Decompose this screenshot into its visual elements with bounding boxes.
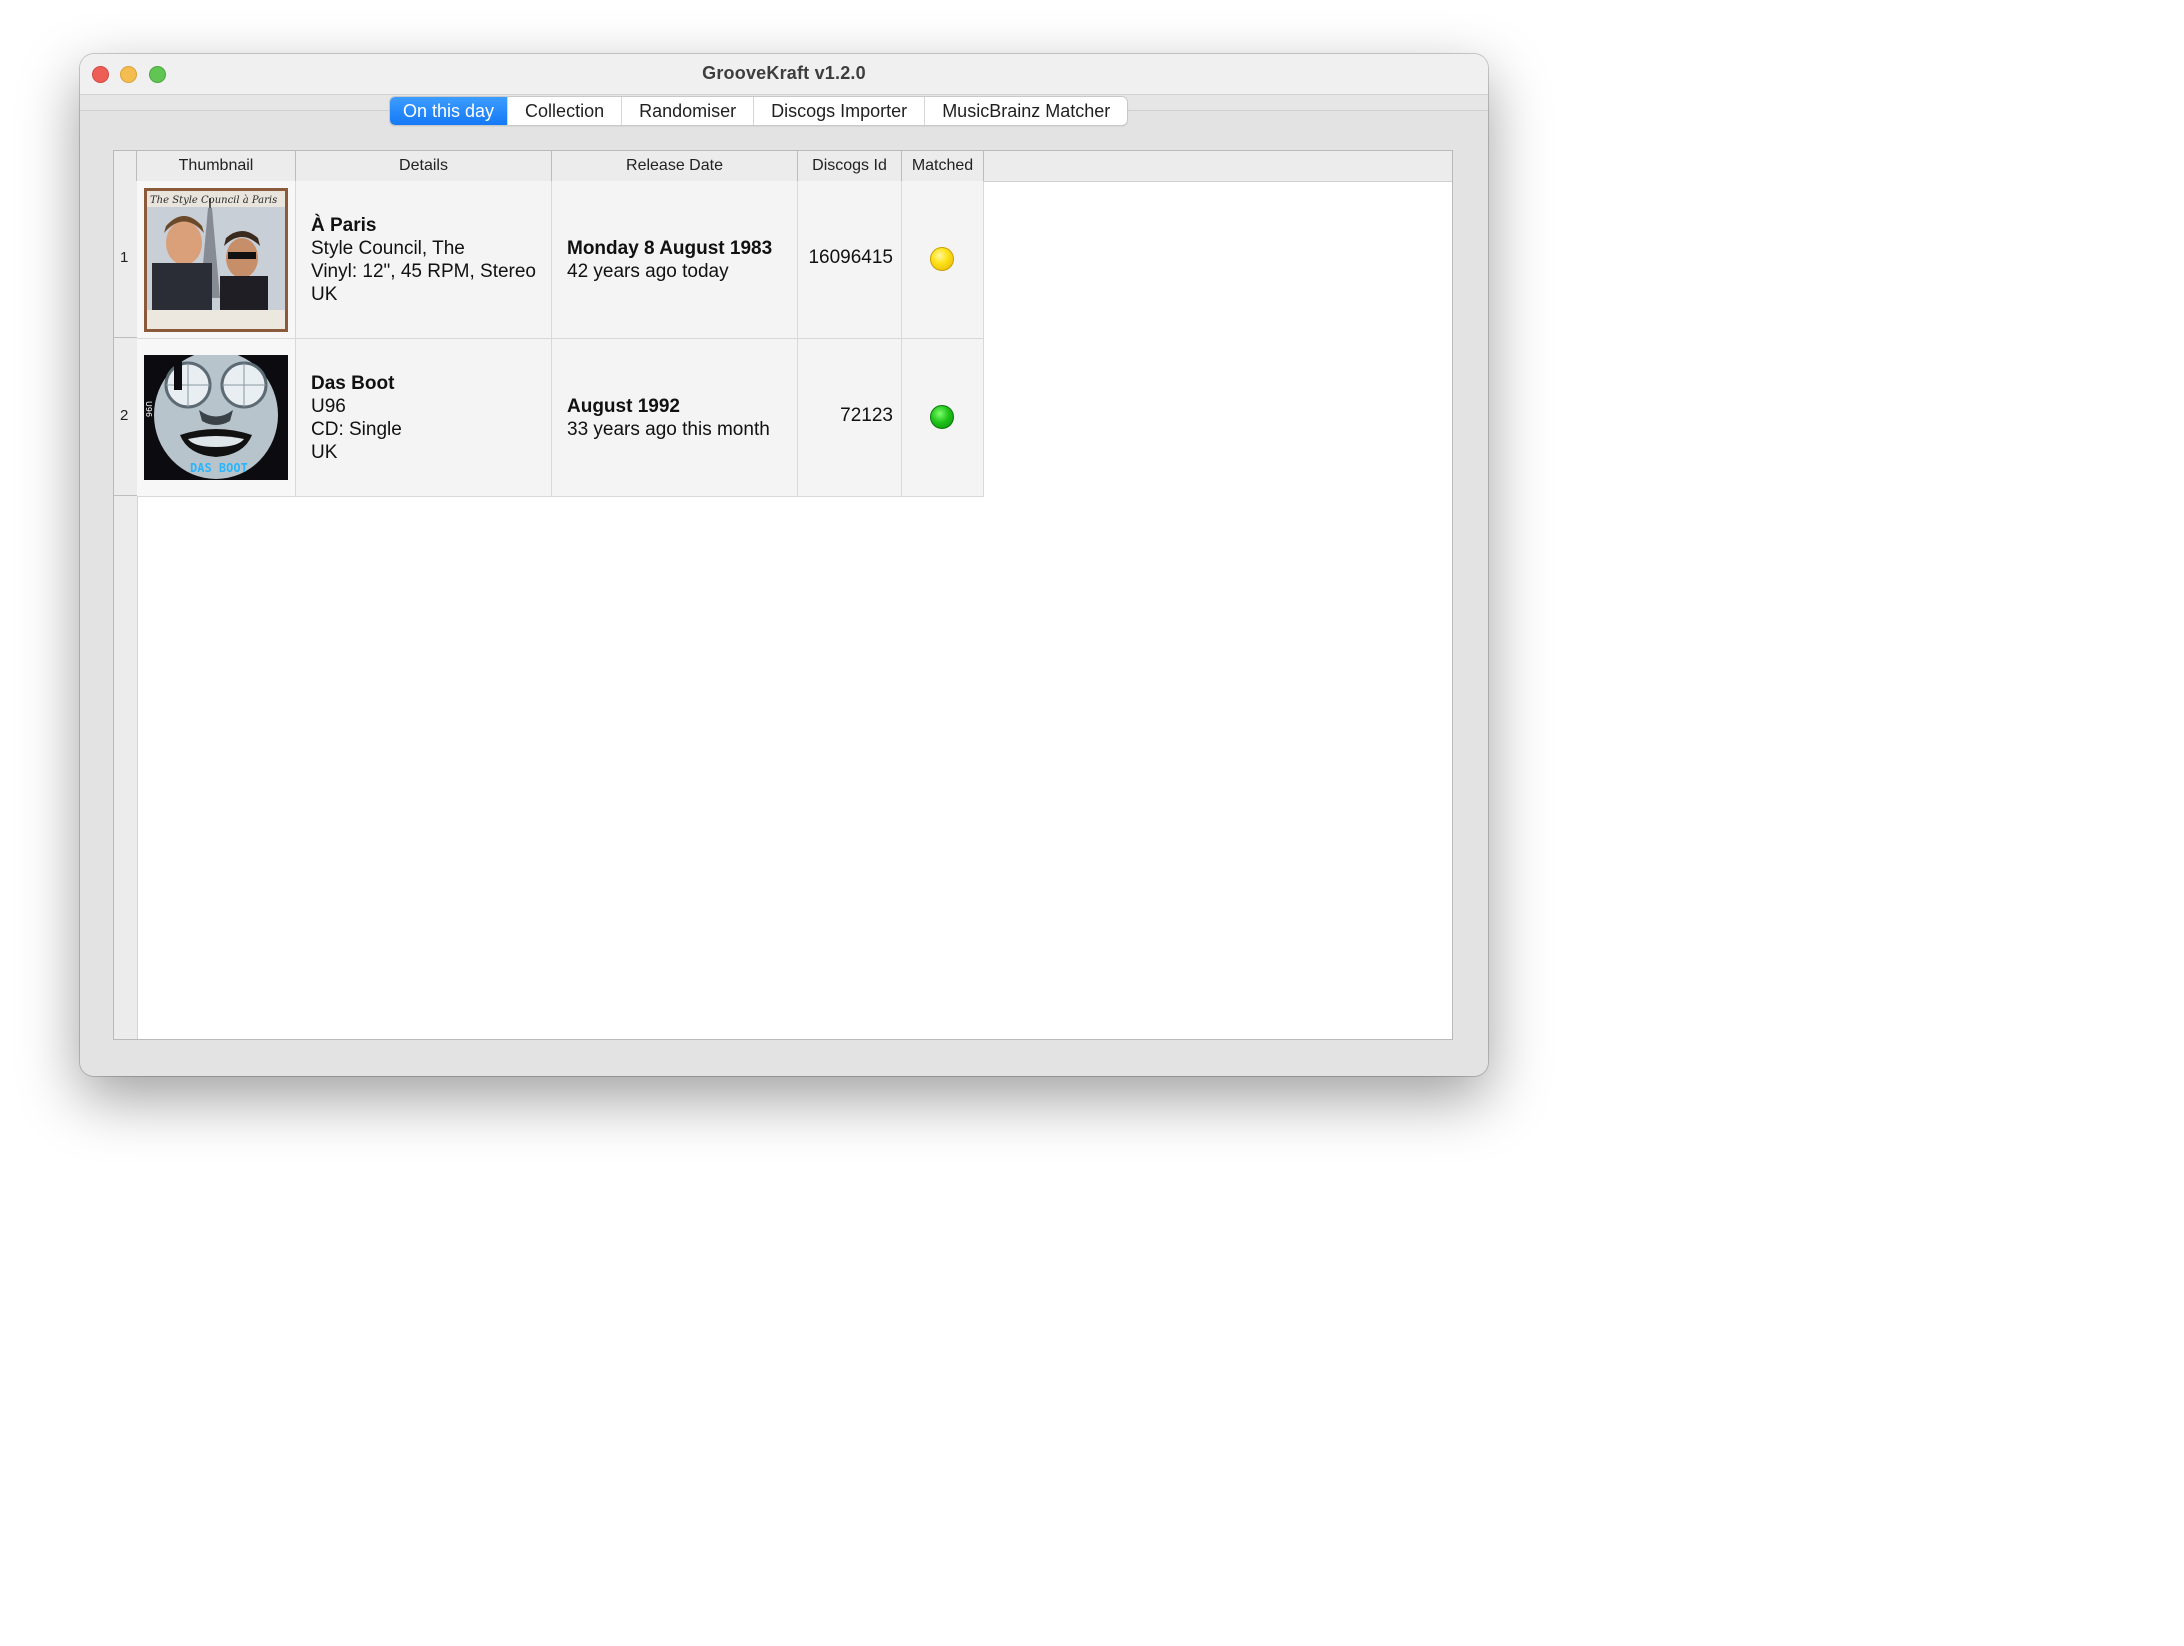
tab-musicbrainz-matcher[interactable]: MusicBrainz Matcher <box>924 97 1127 125</box>
thumbnail-cell[interactable]: The Style Council à Paris <box>137 181 296 339</box>
release-date-cell[interactable]: Monday 8 August 1983 42 years ago today <box>552 181 798 339</box>
release-format: Vinyl: 12", 45 RPM, Stereo <box>311 261 537 282</box>
release-artist: Style Council, The <box>311 238 465 259</box>
matched-cell[interactable] <box>902 339 984 497</box>
app-window: GrooveKraft v1.2.0 On this day Collectio… <box>80 54 1488 1076</box>
tab-bar: On this day Collection Randomiser Discog… <box>389 96 1129 126</box>
tab-on-this-day[interactable]: On this day <box>390 97 508 125</box>
matched-status-icon <box>930 405 954 429</box>
row-number: 2 <box>120 407 129 424</box>
release-date: Monday 8 August 1983 <box>567 238 773 259</box>
tab-collection[interactable]: Collection <box>507 97 621 125</box>
column-header-discogs-id[interactable]: Discogs Id <box>798 151 902 181</box>
matched-status-icon <box>930 247 954 271</box>
tab-discogs-importer[interactable]: Discogs Importer <box>753 97 924 125</box>
album-cover-a-paris: The Style Council à Paris <box>144 188 288 332</box>
release-date-ago: 33 years ago this month <box>567 419 770 440</box>
cover-title-text: DAS BOOT <box>190 461 248 475</box>
release-country: UK <box>311 284 338 305</box>
discogs-id-cell[interactable]: 16096415 <box>798 181 902 339</box>
table-row[interactable]: The Style Council à Paris À Paris Style … <box>137 181 984 339</box>
release-title: À Paris <box>311 215 377 236</box>
release-country: UK <box>311 442 338 463</box>
table-row[interactable]: DAS BOOT U96 Das Boot U96 CD: Single UK … <box>137 339 984 497</box>
column-header-matched[interactable]: Matched <box>902 151 984 181</box>
title-bar: GrooveKraft v1.2.0 <box>80 54 1488 95</box>
discogs-id: 72123 <box>840 405 893 426</box>
release-format: CD: Single <box>311 419 402 440</box>
discogs-id: 16096415 <box>808 247 893 268</box>
row-header-column: 1 2 <box>114 181 138 1039</box>
row-number: 1 <box>120 249 129 266</box>
release-date-ago: 42 years ago today <box>567 261 729 282</box>
release-date: August 1992 <box>567 396 680 417</box>
cover-title-text: The Style Council à Paris <box>150 195 277 206</box>
window-title: GrooveKraft v1.2.0 <box>702 63 866 83</box>
details-cell[interactable]: Das Boot U96 CD: Single UK <box>296 339 552 497</box>
table-header: Thumbnail Details Release Date Discogs I… <box>114 151 1452 182</box>
tab-randomiser[interactable]: Randomiser <box>621 97 753 125</box>
row-header-2[interactable]: 2 <box>114 339 137 496</box>
matched-cell[interactable] <box>902 181 984 339</box>
cover-side-text: U96 <box>144 401 153 417</box>
column-header-release-date[interactable]: Release Date <box>552 151 798 181</box>
releases-table[interactable]: Thumbnail Details Release Date Discogs I… <box>113 150 1453 1040</box>
column-header-details[interactable]: Details <box>296 151 552 181</box>
column-header-thumbnail[interactable]: Thumbnail <box>137 151 296 181</box>
release-date-cell[interactable]: August 1992 33 years ago this month <box>552 339 798 497</box>
release-artist: U96 <box>311 396 346 417</box>
release-title: Das Boot <box>311 373 395 394</box>
row-header-1[interactable]: 1 <box>114 181 137 338</box>
discogs-id-cell[interactable]: 72123 <box>798 339 902 497</box>
album-cover-das-boot: DAS BOOT U96 <box>144 351 288 480</box>
details-cell[interactable]: À Paris Style Council, The Vinyl: 12", 4… <box>296 181 552 339</box>
table-corner[interactable] <box>114 151 137 181</box>
thumbnail-cell[interactable]: DAS BOOT U96 <box>137 339 296 497</box>
